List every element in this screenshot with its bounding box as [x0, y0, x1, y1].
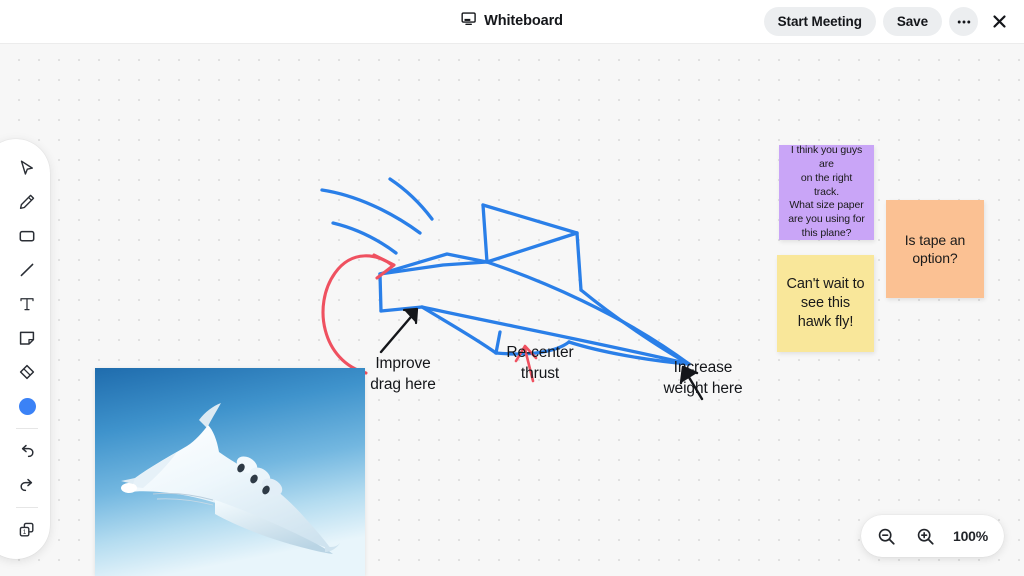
- toolbar-divider-top: [16, 428, 38, 429]
- header-actions: Start Meeting Save: [763, 7, 1014, 36]
- cursor-arrow-icon: [20, 160, 33, 175]
- page-title: Whiteboard: [484, 13, 563, 29]
- left-toolbar: 1: [0, 139, 50, 559]
- paper-airplane-sketch: [378, 203, 691, 366]
- text-t-icon: [20, 298, 34, 311]
- zoom-out-icon: [879, 528, 896, 545]
- annotation-recenter-thrust[interactable]: Re-center thrust: [495, 343, 585, 385]
- sticky-note-purple[interactable]: I think you guys are on the right track.…: [779, 145, 874, 240]
- frames-stack-icon: 1: [19, 522, 34, 537]
- sticky-note-orange[interactable]: Is tape an option?: [886, 200, 984, 298]
- image-card-aircraft[interactable]: [95, 368, 365, 576]
- close-icon: [993, 15, 1006, 28]
- color-swatch-blue-dot: [18, 397, 36, 415]
- pencil-icon: [19, 194, 35, 209]
- start-meeting-button[interactable]: Start Meeting: [763, 7, 876, 36]
- zoom-level-label[interactable]: 100%: [953, 528, 988, 544]
- whiteboard-app: Whiteboard Start Meeting Save Improve dr…: [0, 0, 1024, 576]
- zoom-control: 100%: [860, 515, 1004, 557]
- rectangle-tool[interactable]: [4, 219, 50, 253]
- sticky-note-orange-text: Is tape an option?: [904, 231, 966, 266]
- ellipsis-icon: [957, 20, 970, 23]
- undo-button[interactable]: [4, 434, 50, 468]
- zoom-out-button[interactable]: [873, 522, 901, 550]
- whiteboard-canvas[interactable]: Improve drag here Re-center thrust Incre…: [0, 43, 1024, 576]
- black-arrow-improve-drag: [379, 307, 419, 354]
- sticky-note-icon: [19, 331, 35, 345]
- select-tool[interactable]: [4, 151, 50, 185]
- sticky-note-yellow-text: Can't wait to see this hawk fly!: [786, 275, 865, 331]
- save-button[interactable]: Save: [882, 7, 942, 36]
- aircraft-photo: [95, 368, 365, 576]
- app-header: Whiteboard Start Meeting Save: [0, 0, 1024, 44]
- color-swatch-blue[interactable]: [4, 389, 50, 423]
- header-title-group: Whiteboard: [461, 11, 563, 31]
- frames-button[interactable]: 1: [4, 513, 50, 547]
- rectangle-icon: [19, 230, 35, 242]
- sticky-note-yellow[interactable]: Can't wait to see this hawk fly!: [777, 255, 874, 352]
- toolbar-divider-bottom: [16, 507, 38, 508]
- frames-count: 1: [23, 529, 27, 536]
- more-options-button[interactable]: [949, 7, 978, 36]
- annotation-increase-weight[interactable]: Increase weight here: [652, 358, 754, 400]
- sticky-note-purple-text: I think you guys are on the right track.…: [788, 145, 865, 240]
- redo-arrow-icon: [20, 478, 33, 492]
- text-tool[interactable]: [4, 287, 50, 321]
- pen-tool[interactable]: [4, 185, 50, 219]
- eraser-tool[interactable]: [4, 355, 50, 389]
- line-tool[interactable]: [4, 253, 50, 287]
- undo-arrow-icon: [21, 444, 34, 458]
- close-button[interactable]: [985, 7, 1014, 36]
- zoom-in-button[interactable]: [912, 522, 940, 550]
- eraser-diamond-icon: [19, 364, 35, 380]
- whiteboard-screen-icon: [461, 11, 476, 31]
- zoom-in-icon: [918, 528, 935, 545]
- annotation-improve-drag[interactable]: Improve drag here: [362, 354, 444, 396]
- motion-speed-lines: [320, 177, 434, 255]
- redo-button[interactable]: [4, 468, 50, 502]
- sticky-note-tool[interactable]: [4, 321, 50, 355]
- line-icon: [20, 263, 34, 277]
